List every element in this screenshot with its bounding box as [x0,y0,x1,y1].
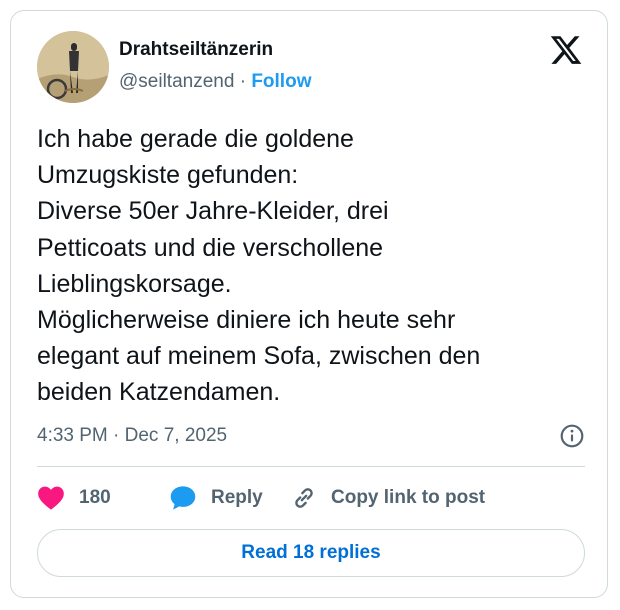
separator-dot: · [239,71,247,92]
divider [37,466,585,467]
author-handle-row: @seiltanzend · Follow [119,71,311,93]
heart-icon [38,486,64,510]
tweet-text-line: Lieblingskorsage. [37,269,232,298]
x-logo-icon[interactable] [549,33,583,67]
tweet-text-line: beiden Katzendamen. [37,378,281,407]
tweet-meta-row: 4:33 PM · Dec 7, 2025 [37,423,585,449]
copy-link-label: Copy link to post [331,487,486,508]
tweet-text-line: Ich habe gerade die goldene [37,125,354,153]
tweet-text-line: Umzugskiste gefunden: [37,161,299,190]
like-count: 180 [79,487,111,508]
author-display-name[interactable]: Drahtseiltänzerin [119,39,273,61]
read-replies-button[interactable]: Read 18 replies [37,529,585,577]
follow-button[interactable]: Follow [251,71,311,92]
tweet-text-line: Petticoats und die verschollene [37,233,384,262]
tweet-text-line: Diverse 50er Jahre-Kleider, drei [37,197,389,226]
tweet-text-line: elegant auf meinem Sofa, zwischen den [37,342,481,371]
author-handle[interactable]: @seiltanzend [119,71,234,92]
tweet-text-line: Möglicherweise diniere ich heute sehr [37,306,456,335]
like-button[interactable]: 180 [37,483,111,513]
info-icon[interactable] [559,423,585,449]
tweet-text: Ich habe gerade die goldene Umzugskiste … [37,121,585,411]
avatar-image [37,31,109,103]
tweet-timestamp[interactable]: 4:33 PM · Dec 7, 2025 [37,425,227,446]
reply-button[interactable]: Reply [169,483,263,513]
tweet-embed-card: Drahtseiltänzerin @seiltanzend · Follow … [10,10,608,598]
reply-label: Reply [211,487,263,508]
speech-bubble-icon [170,486,196,510]
copy-link-button[interactable]: Copy link to post [291,483,485,513]
avatar[interactable] [37,31,109,103]
link-icon [295,488,313,508]
